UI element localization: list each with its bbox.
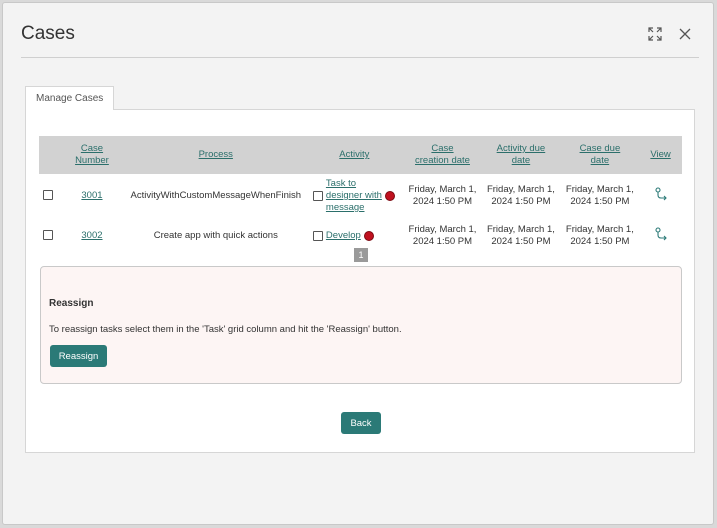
date-line2: 2024 1:50 PM	[491, 196, 551, 207]
grid-header-row: Case Number Process Activity Case creati…	[39, 136, 682, 174]
header-activity-label[interactable]: Activity	[339, 149, 369, 160]
reassign-instructions: To reassign tasks select them in the 'Ta…	[49, 324, 402, 335]
title-divider	[21, 57, 699, 58]
process-cell: ActivityWithCustomMessageWhenFinish	[130, 190, 302, 201]
activity-link-line3[interactable]: message	[326, 202, 365, 213]
activity-link-line1[interactable]: Task to	[326, 178, 356, 189]
header-process-label[interactable]: Process	[199, 149, 233, 160]
close-icon[interactable]	[677, 26, 693, 42]
task-select-checkbox[interactable]	[312, 231, 323, 241]
date-line1: Friday, March 1,	[565, 184, 634, 195]
cases-dialog: Cases Manage Cases Case Number Process A…	[2, 2, 714, 525]
activity-link-line1[interactable]: Develop	[326, 230, 361, 241]
reassign-title: Reassign	[49, 298, 94, 309]
tab-manage-cases[interactable]: Manage Cases	[25, 86, 115, 110]
table-row: 3001 ActivityWithCustomMessageWhenFinish…	[39, 174, 682, 218]
activity-cell: Task to designer with message	[305, 174, 404, 218]
header-process[interactable]: Process	[126, 136, 305, 174]
date-line2: 2024 1:50 PM	[412, 196, 473, 207]
view-flow-icon[interactable]	[654, 187, 668, 201]
status-red-icon	[384, 191, 395, 201]
case-number-link[interactable]: 3002	[81, 230, 102, 241]
header-view-label[interactable]: View	[650, 149, 670, 160]
header-case-due-date[interactable]: Case due date	[560, 136, 640, 174]
reassign-button[interactable]: Reassign	[50, 345, 107, 367]
header-activity-due-line1[interactable]: Activity due	[483, 143, 558, 155]
header-select	[39, 136, 58, 174]
activity-due-date-cell: Friday, March 1, 2024 1:50 PM	[481, 174, 560, 218]
header-view[interactable]: View	[639, 136, 682, 174]
expand-icon[interactable]	[647, 26, 663, 42]
view-cell	[639, 218, 682, 254]
row-select-cell	[39, 218, 57, 254]
status-red-icon	[363, 231, 374, 241]
activity-due-date-cell: Friday, March 1, 2024 1:50 PM	[481, 218, 560, 254]
header-case-number-line1[interactable]: Case	[59, 143, 124, 155]
cases-grid: Case Number Process Activity Case creati…	[39, 136, 682, 254]
header-activity-due-line2[interactable]: date	[483, 155, 558, 167]
header-activity[interactable]: Activity	[304, 136, 404, 174]
header-case-number-line2[interactable]: Number	[59, 155, 124, 167]
date-line1: Friday, March 1,	[486, 184, 555, 195]
header-case-number[interactable]: Case Number	[57, 136, 127, 174]
row-select-cell	[39, 174, 57, 218]
header-case-due-line2[interactable]: date	[563, 155, 637, 167]
header-case-creation-line1[interactable]: Case	[406, 143, 479, 155]
case-due-date-cell: Friday, March 1, 2024 1:50 PM	[561, 218, 639, 254]
date-line2: 2024 1:50 PM	[570, 236, 630, 247]
date-line2: 2024 1:50 PM	[570, 196, 630, 207]
dialog-window-controls	[647, 26, 693, 42]
case-due-date-cell: Friday, March 1, 2024 1:50 PM	[561, 174, 639, 218]
case-number-cell: 3001	[57, 174, 126, 218]
header-case-due-line1[interactable]: Case due	[563, 143, 637, 155]
process-cell: Create app with quick actions	[153, 230, 278, 241]
dialog-title: Cases	[21, 23, 75, 44]
activity-link-line2[interactable]: designer with	[326, 190, 382, 201]
date-line2: 2024 1:50 PM	[412, 236, 473, 247]
case-creation-date-cell: Friday, March 1, 2024 1:50 PM	[404, 218, 481, 254]
view-flow-icon[interactable]	[654, 227, 668, 241]
reassign-section: Reassign To reassign tasks select them i…	[40, 266, 682, 384]
header-case-creation-line2[interactable]: creation date	[406, 155, 479, 167]
date-line1: Friday, March 1,	[565, 224, 634, 235]
manage-cases-panel: Case Number Process Activity Case creati…	[25, 109, 695, 453]
header-activity-due-date[interactable]: Activity due date	[481, 136, 561, 174]
header-case-creation-date[interactable]: Case creation date	[403, 136, 482, 174]
case-number-cell: 3002	[57, 218, 126, 254]
back-button[interactable]: Back	[341, 412, 381, 434]
case-creation-date-cell: Friday, March 1, 2024 1:50 PM	[404, 174, 481, 218]
date-line1: Friday, March 1,	[408, 184, 477, 195]
date-line2: 2024 1:50 PM	[491, 236, 551, 247]
view-cell	[639, 174, 682, 218]
pager-page-1[interactable]: 1	[354, 248, 368, 262]
case-number-link[interactable]: 3001	[81, 190, 102, 201]
date-line1: Friday, March 1,	[486, 224, 555, 235]
task-select-checkbox[interactable]	[312, 191, 323, 201]
row-select-checkbox[interactable]	[43, 230, 54, 241]
row-select-checkbox[interactable]	[43, 190, 54, 201]
date-line1: Friday, March 1,	[408, 224, 477, 235]
